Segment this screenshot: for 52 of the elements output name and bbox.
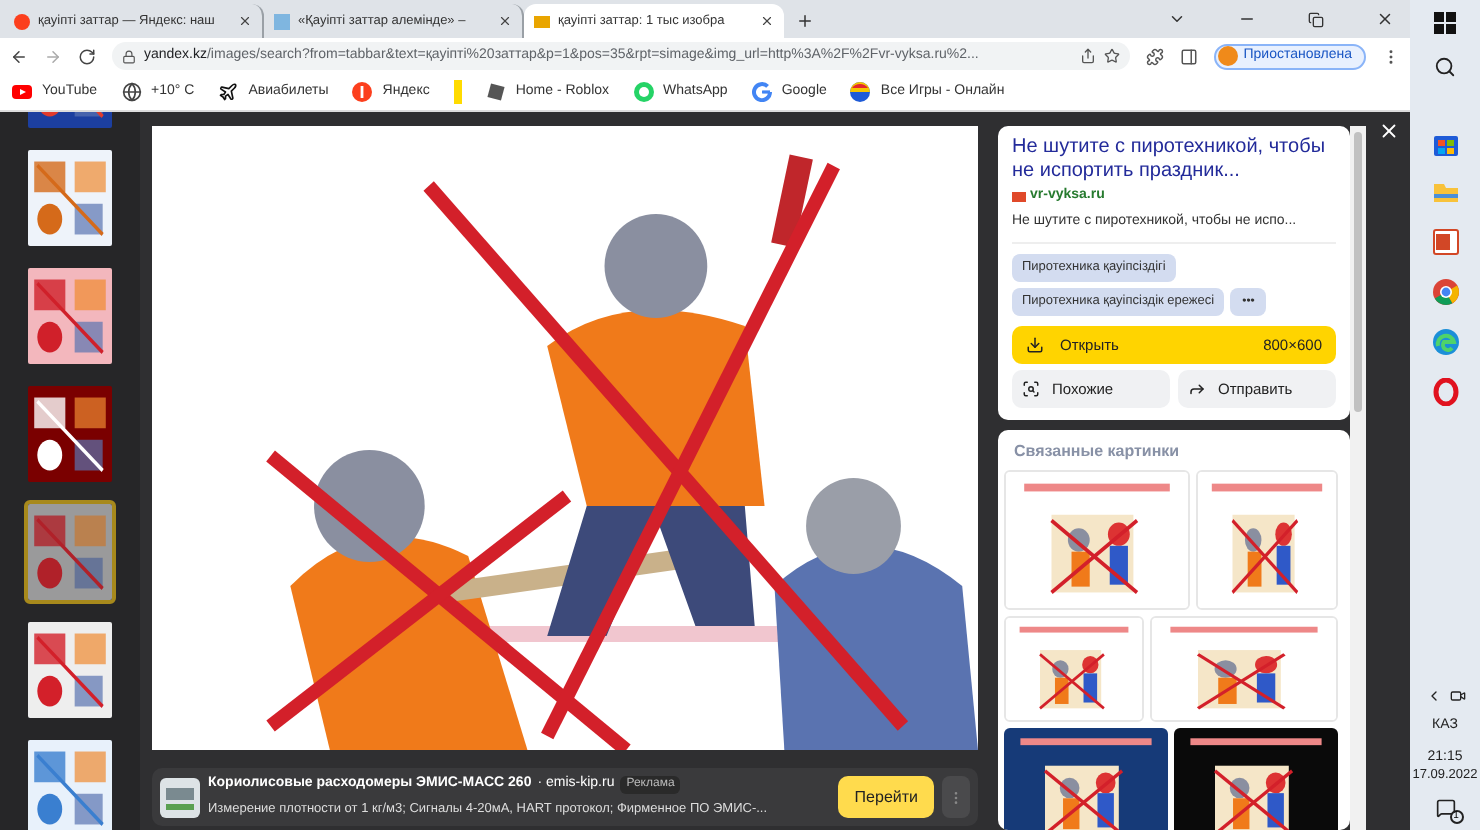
side-panel-icon[interactable] [1179,47,1198,65]
site-favicon-icon [1012,191,1026,202]
related-image[interactable] [1004,616,1144,722]
close-icon[interactable] [760,14,774,28]
scrollbar[interactable] [1350,126,1366,830]
thumbnail[interactable] [24,382,116,486]
go-button[interactable]: Перейти [838,776,934,818]
chevron-icon[interactable] [1168,10,1186,28]
section-title: Связанные картинки [1012,440,1182,464]
close-icon[interactable] [238,14,252,28]
four-squares-icon[interactable] [1434,12,1456,34]
ring-icon [751,82,772,102]
circle-icon [352,82,373,102]
close-icon[interactable] [498,14,512,28]
avatar-icon [1217,46,1238,66]
thumbnail[interactable] [24,500,116,604]
new-tab-icon[interactable] [796,12,814,30]
thumbnail[interactable] [24,618,116,722]
swirl-icon[interactable] [1431,328,1459,356]
lock-icon [121,49,136,63]
thumbnail[interactable] [24,264,116,368]
thumbnail[interactable] [24,736,116,830]
star-icon[interactable] [1103,48,1120,64]
notification-icon[interactable] [1435,798,1455,818]
share-icon[interactable] [1079,48,1096,64]
restore-icon[interactable] [1308,12,1324,28]
slides-icon[interactable] [1431,228,1459,256]
globe-icon [121,82,142,102]
tab-favicon-icon [534,13,550,29]
tab-favicon-icon [14,13,30,29]
puzzle-icon[interactable] [1145,47,1164,65]
scan-icon [1022,380,1040,398]
bar-icon [453,80,462,104]
thumbnail[interactable] [24,146,116,250]
download-icon [1026,336,1044,354]
chat-icon [633,82,654,102]
close-icon[interactable] [1376,10,1394,28]
reload-icon[interactable] [77,47,96,65]
folder-icon[interactable] [1431,178,1459,206]
close-icon[interactable] [1377,120,1399,142]
play-icon [12,82,32,102]
ring-icon[interactable] [1431,378,1459,406]
camera-icon[interactable] [1449,687,1465,703]
ball-icon [850,82,871,102]
tab-favicon-icon [274,13,290,29]
search-icon[interactable] [1434,56,1456,78]
share-arrow-icon [1188,380,1206,398]
back-icon[interactable] [10,47,28,65]
image-title[interactable]: Не шутите с пиротехникой, чтобы не испортить праздник... [1012,136,1336,184]
colored-ring-icon[interactable] [1431,278,1459,306]
related-image[interactable] [1196,470,1338,610]
plane-icon [218,82,239,102]
